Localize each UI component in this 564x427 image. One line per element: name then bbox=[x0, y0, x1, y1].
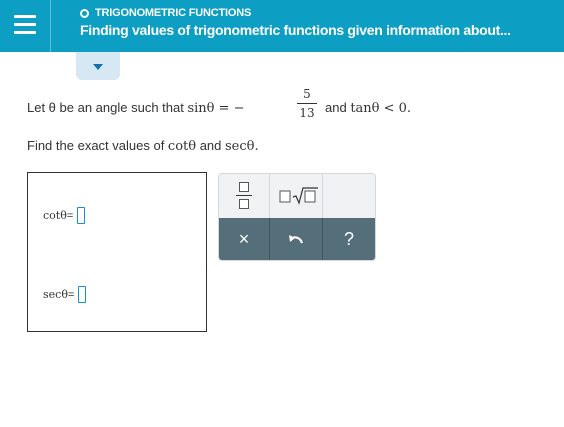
hamburger-icon bbox=[14, 15, 36, 18]
fraction-bar bbox=[297, 103, 317, 104]
sec-label: secθ bbox=[43, 288, 68, 301]
problem-line-1-suffix: and tanθ < 0. bbox=[325, 100, 411, 116]
math-tool-palette: × ? bbox=[218, 173, 376, 261]
problem-text: Find the exact values of bbox=[27, 138, 168, 153]
close-icon: × bbox=[238, 228, 250, 249]
help-icon: ? bbox=[343, 228, 354, 249]
collapse-toggle-button[interactable] bbox=[76, 52, 120, 80]
sec-expression: secθ. bbox=[225, 139, 259, 154]
palette-tools-row bbox=[219, 174, 375, 218]
tan-condition: tanθ < 0. bbox=[350, 101, 412, 116]
cot-answer-row: cotθ = bbox=[43, 207, 86, 224]
chevron-down-icon bbox=[93, 64, 103, 70]
undo-button[interactable] bbox=[270, 218, 323, 260]
problem-text: and bbox=[196, 138, 226, 153]
sec-answer-input[interactable] bbox=[78, 286, 87, 303]
page-title: Finding values of trigonometric function… bbox=[80, 22, 511, 38]
problem-text: Let θ be an angle such that bbox=[27, 100, 188, 115]
equals-sign: = bbox=[66, 209, 74, 222]
fraction-denominator: 13 bbox=[299, 106, 315, 120]
square-root-button[interactable] bbox=[270, 174, 323, 218]
fraction-numerator: 5 bbox=[303, 87, 311, 101]
help-button[interactable]: ? bbox=[323, 218, 375, 260]
sin-fraction: 5 13 bbox=[297, 87, 317, 120]
header-bar: TRIGONOMETRIC FUNCTIONS Finding values o… bbox=[0, 0, 564, 52]
palette-empty-cell bbox=[323, 174, 375, 218]
undo-icon bbox=[289, 235, 304, 244]
clear-button[interactable]: × bbox=[219, 218, 270, 260]
sec-answer-row: secθ = bbox=[43, 286, 87, 303]
palette-actions-row: × ? bbox=[219, 218, 375, 260]
answer-area: cotθ = secθ = bbox=[27, 172, 207, 332]
menu-button[interactable] bbox=[0, 0, 51, 52]
problem-line-1: Let θ be an angle such that sinθ = − bbox=[27, 100, 245, 116]
cot-label: cotθ bbox=[43, 209, 67, 222]
square-root-icon bbox=[279, 187, 318, 205]
fraction-icon bbox=[239, 182, 249, 192]
topic-row: TRIGONOMETRIC FUNCTIONS bbox=[80, 6, 251, 20]
sin-expression: sinθ = − bbox=[187, 101, 245, 116]
topic-label: TRIGONOMETRIC FUNCTIONS bbox=[95, 7, 252, 19]
topic-circle-icon bbox=[80, 8, 89, 18]
problem-line-2: Find the exact values of cotθ and secθ. bbox=[27, 138, 259, 154]
cot-answer-input[interactable] bbox=[77, 207, 86, 224]
fraction-button[interactable] bbox=[219, 174, 270, 218]
cot-expression: cotθ bbox=[167, 139, 197, 154]
problem-text: and bbox=[325, 100, 351, 115]
equals-sign: = bbox=[67, 288, 75, 301]
